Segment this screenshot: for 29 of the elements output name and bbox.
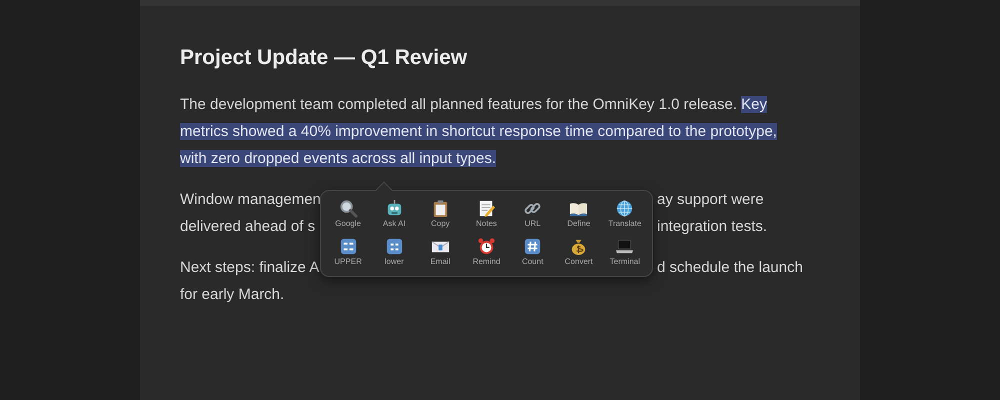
action-button[interactable]: Notes [463,197,510,234]
action-button[interactable]: Count [510,234,556,272]
paragraph: The development team completed all planned features for the OmniKey 1.0 release. Key metrics showed a 40% improvement in shortcut response time compared to the prototype, with zero dropped events across all input types. [180,95,778,169]
action-button[interactable]: lower [371,234,418,272]
action-button[interactable]: Remind [463,234,510,272]
action-button[interactable]: Translate [602,197,648,234]
text-line: Next steps: finalize A [180,258,320,278]
action-button[interactable]: Terminal [602,234,648,272]
action-button[interactable]: Email [417,234,464,272]
text-line: delivered ahead of s [180,217,316,237]
document-title: Project Update — Q1 Review [180,45,468,71]
letter-tile-icon [338,236,358,256]
action-button[interactable]: Google [325,197,372,234]
text-line: Window managemen [180,190,320,210]
action-button[interactable]: URL [510,197,556,234]
letter-tile-icon [384,236,404,256]
globe-icon [615,199,634,218]
text-line: for early March. [180,285,286,305]
text-line: d schedule the launch [657,258,803,278]
alarm-clock-icon [476,236,496,256]
action-button[interactable]: Define [556,197,602,234]
hash-tile-icon [523,236,542,256]
action-button[interactable]: Copy [417,197,464,234]
magnifier-icon [338,199,358,218]
text-line: integration tests. [657,217,768,237]
text-line: ay support were [657,190,765,210]
action-button[interactable]: Convert [556,234,602,272]
action-button[interactable]: UPPER [325,234,372,272]
action-button[interactable]: Ask AI [371,197,418,234]
